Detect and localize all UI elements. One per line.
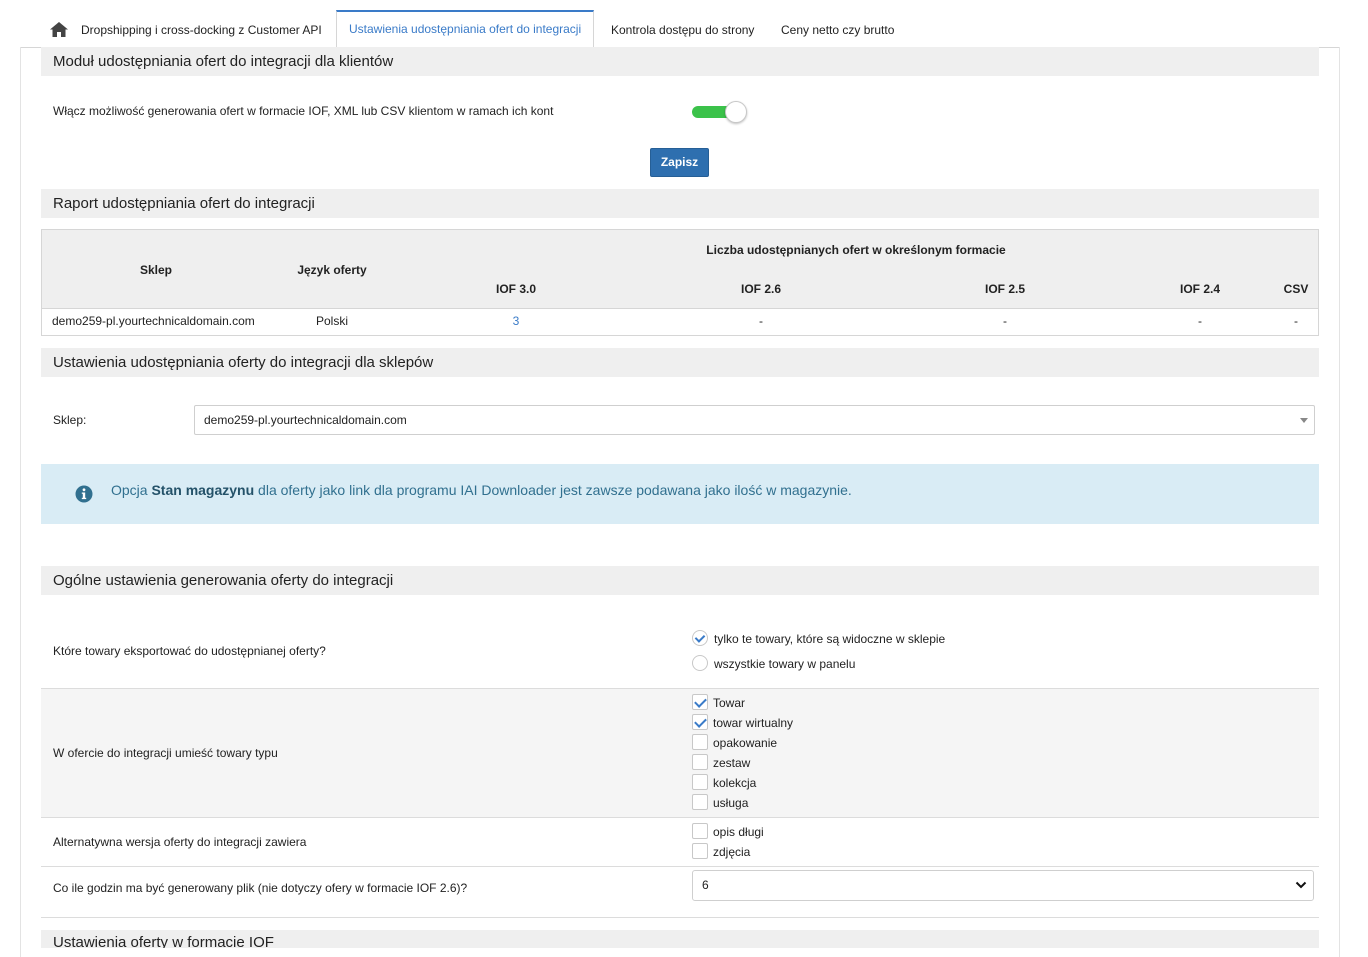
checkbox-type-collection[interactable] bbox=[692, 774, 708, 790]
tab-bar: Dropshipping i cross-docking z Customer … bbox=[20, 10, 1340, 48]
caret-down-icon bbox=[1300, 418, 1308, 423]
checkbox-type-packaging-label: opakowanie bbox=[713, 736, 778, 750]
enable-offers-label: Włącz możliwość generowania ofert w form… bbox=[53, 104, 554, 118]
radio-visible-only[interactable] bbox=[692, 630, 708, 646]
cell-shop: demo259-pl.yourtechnicaldomain.com bbox=[52, 314, 255, 328]
cell-iof30-link[interactable]: 3 bbox=[513, 314, 520, 328]
export-question-label: Które towary eksportować do udostępniane… bbox=[53, 644, 326, 658]
enable-offers-toggle[interactable] bbox=[692, 101, 747, 123]
iof-settings-section-title: Ustawienia oferty w formacie IOF bbox=[41, 930, 1319, 948]
generation-interval-label: Co ile godzin ma być generowany plik (ni… bbox=[53, 881, 468, 895]
generation-interval-value: 6 bbox=[702, 878, 709, 892]
product-types-label: W ofercie do integracji umieść towary ty… bbox=[53, 746, 278, 760]
info-text-bold: Stan magazynu bbox=[151, 482, 255, 498]
checkbox-photos-label: zdjęcia bbox=[713, 845, 751, 859]
checkbox-type-product[interactable] bbox=[692, 694, 708, 710]
checkbox-long-description[interactable] bbox=[692, 823, 708, 839]
generation-interval-select[interactable]: 6 bbox=[692, 870, 1314, 901]
checkbox-type-bundle-label: zestaw bbox=[713, 756, 751, 770]
cell-iof25: - bbox=[1003, 314, 1007, 328]
checkbox-type-bundle[interactable] bbox=[692, 754, 708, 770]
checkbox-type-product-label: Towar bbox=[713, 696, 746, 710]
info-text-pre: Opcja bbox=[111, 482, 152, 498]
checkbox-type-service-label: usługa bbox=[713, 796, 749, 810]
general-settings-section-title: Ogólne ustawienia generowania oferty do … bbox=[41, 566, 1319, 595]
checkbox-type-collection-label: kolekcja bbox=[713, 776, 757, 790]
report-table-header: Sklep Język oferty Liczba udostępnianych… bbox=[42, 230, 1318, 309]
tab-home[interactable] bbox=[34, 10, 68, 48]
save-button[interactable]: Zapisz bbox=[650, 148, 709, 177]
checkbox-type-virtual-label: towar wirtualny bbox=[713, 716, 794, 730]
info-text-post: dla oferty jako link dla programu IAI Do… bbox=[254, 482, 852, 498]
tab-access-control[interactable]: Kontrola dostępu do strony bbox=[611, 10, 754, 48]
cell-csv: - bbox=[1294, 314, 1298, 328]
module-section-title: Moduł udostępniania ofert do integracji … bbox=[41, 47, 1319, 76]
checkbox-photos[interactable] bbox=[692, 843, 708, 859]
radio-all-products[interactable] bbox=[692, 655, 708, 671]
info-icon bbox=[75, 485, 93, 503]
tab-dropshipping[interactable]: Dropshipping i cross-docking z Customer … bbox=[81, 10, 322, 48]
radio-visible-only-label: tylko te towary, które są widoczne w skl… bbox=[714, 632, 946, 646]
col-csv: CSV bbox=[1283, 282, 1309, 296]
toggle-knob bbox=[725, 101, 747, 123]
report-table: Sklep Język oferty Liczba udostępnianych… bbox=[41, 229, 1319, 336]
checkbox-long-description-label: opis długi bbox=[713, 825, 764, 839]
col-language: Język oferty bbox=[297, 263, 367, 277]
col-shop: Sklep bbox=[139, 263, 173, 277]
report-section-title: Raport udostępniania ofert do integracji bbox=[41, 189, 1319, 218]
home-icon bbox=[50, 22, 68, 37]
col-iof26: IOF 2.6 bbox=[740, 282, 782, 296]
divider bbox=[41, 917, 1319, 918]
col-iof30: IOF 3.0 bbox=[495, 282, 537, 296]
col-iof24: IOF 2.4 bbox=[1179, 282, 1221, 296]
col-iof25: IOF 2.5 bbox=[984, 282, 1026, 296]
tab-net-gross-prices[interactable]: Ceny netto czy brutto bbox=[781, 10, 894, 48]
radio-all-products-label: wszystkie towary w panelu bbox=[714, 657, 856, 671]
col-group-offer-count: Liczba udostępnianych ofert w określonym… bbox=[706, 243, 1006, 257]
cell-iof26: - bbox=[759, 314, 763, 328]
divider bbox=[41, 817, 1319, 818]
info-alert: Opcja Stan magazynu dla oferty jako link… bbox=[41, 464, 1319, 524]
checkbox-type-service[interactable] bbox=[692, 794, 708, 810]
cell-language: Polski bbox=[315, 314, 349, 328]
divider bbox=[41, 866, 1319, 867]
shop-select-value: demo259-pl.yourtechnicaldomain.com bbox=[204, 413, 407, 427]
shop-select[interactable]: demo259-pl.yourtechnicaldomain.com bbox=[194, 405, 1315, 435]
shop-settings-section-title: Ustawienia udostępniania oferty do integ… bbox=[41, 348, 1319, 377]
alt-version-label: Alternatywna wersja oferty do integracji… bbox=[53, 835, 307, 849]
checkbox-type-virtual[interactable] bbox=[692, 714, 708, 730]
checkbox-type-packaging[interactable] bbox=[692, 734, 708, 750]
tab-offer-sharing[interactable]: Ustawienia udostępniania ofert do integr… bbox=[336, 10, 595, 48]
cell-iof24: - bbox=[1198, 314, 1202, 328]
chevron-down-icon bbox=[1295, 881, 1307, 889]
shop-label: Sklep: bbox=[53, 413, 87, 427]
info-message: Opcja Stan magazynu dla oferty jako link… bbox=[111, 482, 852, 498]
